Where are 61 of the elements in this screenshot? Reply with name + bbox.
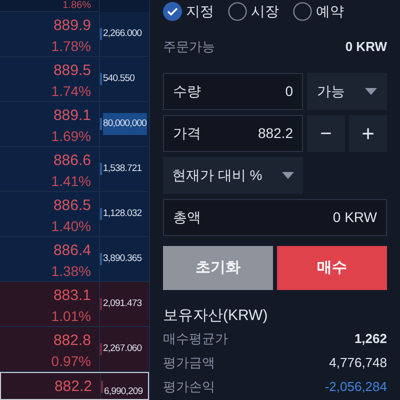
total-field[interactable]: 총액 0 KRW <box>163 199 387 236</box>
order-row[interactable]: 886.5 1.40% 1,128.032 <box>0 192 149 237</box>
caret-icon <box>365 88 377 95</box>
percent-text: 1.01% <box>51 307 91 325</box>
buy-button[interactable]: 매수 <box>277 246 387 290</box>
available-value: 0 KRW <box>345 38 387 56</box>
order-type-radio[interactable]: 지정 <box>163 0 214 22</box>
volume-text: 2,091.473 <box>103 297 142 311</box>
holding-value: 1,262 <box>354 330 387 348</box>
volume-text: 540.550 <box>103 72 135 86</box>
order-row[interactable]: 889.5 1.74% 540.550 <box>0 57 149 102</box>
percent-text: 1.78% <box>51 37 91 55</box>
available-dropdown[interactable]: 가능 <box>307 73 387 110</box>
volume-text: 80,000,000 <box>103 113 147 135</box>
volume-text: 3,890.365 <box>103 252 142 266</box>
holding-label: 평가손익 <box>163 378 215 396</box>
caret-icon <box>282 172 294 179</box>
plus-button[interactable]: + <box>349 115 387 152</box>
price-text: 882.8 <box>53 332 91 350</box>
price-text: 889.1 <box>53 107 91 125</box>
volume-text: 6,990,209 <box>104 385 143 399</box>
percent-text: 1.74% <box>51 82 91 100</box>
check-icon <box>163 2 182 20</box>
holding-label: 평가금액 <box>163 354 215 372</box>
volume-text: 1,128.032 <box>103 207 142 221</box>
price-text: 886.4 <box>53 242 91 260</box>
percent-text: 1.38% <box>51 262 91 280</box>
order-row[interactable]: 883.1 1.01% 2,091.473 <box>0 282 149 327</box>
quantity-field[interactable]: 수량 0 <box>163 73 303 110</box>
price-text: 889.5 <box>53 62 91 80</box>
percent-dropdown[interactable]: 현재가 대비 % <box>163 157 303 194</box>
holding-label: 매수평균가 <box>163 330 228 348</box>
price-text: 882.2 <box>54 378 92 396</box>
percent-text: 1.41% <box>51 172 91 190</box>
volume-text: 1,538.721 <box>103 162 142 176</box>
order-row[interactable]: 886.4 1.38% 3,890.365 <box>0 237 149 282</box>
order-row[interactable]: 889.9 1.78% 2,266.000 <box>0 12 149 57</box>
price-text: 889.9 <box>53 17 91 35</box>
price-text: 883.1 <box>53 287 91 305</box>
minus-button[interactable]: − <box>307 115 345 152</box>
available-label: 주문가능 <box>163 38 215 56</box>
price-text: 886.6 <box>53 152 91 170</box>
percent-text: 0.97% <box>51 352 91 370</box>
order-type-radio[interactable]: 예약 <box>293 0 344 22</box>
order-row[interactable]: 889.1 1.69% 80,000,000 <box>0 102 149 147</box>
radio-icon <box>293 2 312 20</box>
order-row[interactable]: 886.6 1.41% 1,538.721 <box>0 147 149 192</box>
order-type-radio[interactable]: 시장 <box>228 0 279 22</box>
holding-value: -2,056,284 <box>324 378 387 396</box>
holdings-title: 보유자산(KRW) <box>163 306 269 326</box>
order-row[interactable]: 882.8 0.97% 2,267.060 <box>0 327 149 372</box>
volume-text: 2,267.060 <box>103 342 142 356</box>
radio-icon <box>228 2 247 20</box>
percent-text: 1.86% <box>62 0 91 11</box>
percent-text: 1.69% <box>51 127 91 145</box>
volume-text: 2,266.000 <box>103 27 142 41</box>
order-row[interactable]: 882.2 6,990,209 <box>0 372 149 400</box>
holding-value: 4,776,748 <box>329 354 387 372</box>
price-field[interactable]: 가격 882.2 <box>163 115 303 152</box>
percent-text: 1.40% <box>51 217 91 235</box>
price-text: 886.5 <box>53 197 91 215</box>
